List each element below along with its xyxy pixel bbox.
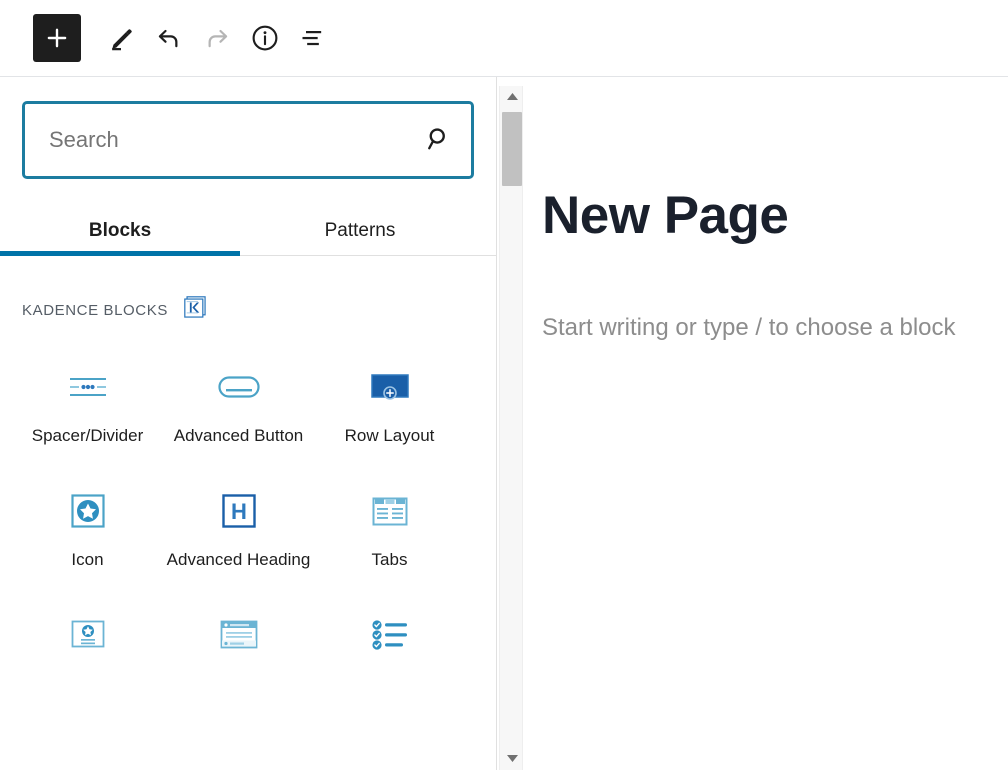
block-item-spacer-divider[interactable]: Spacer/Divider [12, 360, 163, 448]
scroll-down-button[interactable] [500, 748, 524, 770]
block-item-label: Icon [71, 548, 103, 572]
block-editor-screen: Blocks Patterns KADENCE BLOCKS [0, 0, 1008, 770]
list-view-button[interactable] [289, 14, 337, 62]
page-title[interactable]: New Page [542, 187, 988, 245]
kadence-logo-icon [182, 294, 209, 326]
block-item-advanced-heading[interactable]: H Advanced Heading [163, 484, 314, 572]
add-block-button[interactable] [33, 14, 81, 62]
redo-icon [203, 24, 231, 52]
inserter-tabs: Blocks Patterns [0, 207, 496, 256]
category-header: KADENCE BLOCKS [0, 256, 496, 326]
info-box-icon [12, 614, 163, 656]
search-section [0, 77, 496, 179]
row-layout-icon [314, 366, 465, 408]
icon-list-icon [314, 614, 465, 656]
advanced-button-icon [163, 366, 314, 408]
testimonials-icon [163, 614, 314, 656]
block-item-icon-list[interactable] [314, 608, 465, 672]
search-box[interactable] [22, 101, 474, 179]
block-item-row-layout[interactable]: Row Layout [314, 360, 465, 448]
advanced-heading-icon: H [163, 490, 314, 532]
scrollbar-thumb[interactable] [502, 112, 522, 186]
tab-patterns[interactable]: Patterns [240, 207, 480, 255]
inserter-scrollbar[interactable] [499, 86, 523, 770]
block-item-testimonials[interactable] [163, 608, 314, 672]
block-placeholder[interactable]: Start writing or type / to choose a bloc… [542, 311, 988, 345]
block-item-label: Advanced Heading [167, 548, 311, 572]
tabs-icon [314, 490, 465, 532]
block-grid: Spacer/Divider Advanced Button [0, 326, 496, 708]
icon-block-icon [12, 490, 163, 532]
block-item-label: Tabs [372, 548, 408, 572]
editor-toolbar [0, 0, 1008, 77]
block-item-tabs[interactable]: Tabs [314, 484, 465, 572]
block-item-icon[interactable]: Icon [12, 484, 163, 572]
pencil-icon [107, 24, 135, 52]
list-view-icon [299, 24, 327, 52]
plus-icon [44, 25, 70, 51]
block-item-info-box[interactable] [12, 608, 163, 672]
block-item-label: Row Layout [345, 424, 435, 448]
search-submit-button[interactable] [407, 104, 471, 176]
scroll-up-button[interactable] [500, 86, 524, 108]
editor-canvas: New Page Start writing or type / to choo… [524, 77, 1008, 770]
block-inserter-panel: Blocks Patterns KADENCE BLOCKS [0, 77, 497, 770]
triangle-down-icon [506, 750, 519, 768]
svg-text:H: H [231, 499, 247, 524]
category-title: KADENCE BLOCKS [22, 302, 168, 319]
redo-button[interactable] [193, 14, 241, 62]
search-icon [424, 124, 454, 157]
edit-mode-button[interactable] [97, 14, 145, 62]
info-icon [250, 23, 280, 53]
undo-button[interactable] [145, 14, 193, 62]
tab-blocks[interactable]: Blocks [0, 207, 240, 255]
search-input[interactable] [25, 104, 407, 176]
undo-icon [155, 24, 183, 52]
block-item-advanced-button[interactable]: Advanced Button [163, 360, 314, 448]
spacer-divider-icon [12, 366, 163, 408]
details-button[interactable] [241, 14, 289, 62]
block-item-label: Spacer/Divider [32, 424, 144, 448]
triangle-up-icon [506, 88, 519, 106]
block-item-label: Advanced Button [174, 424, 303, 448]
